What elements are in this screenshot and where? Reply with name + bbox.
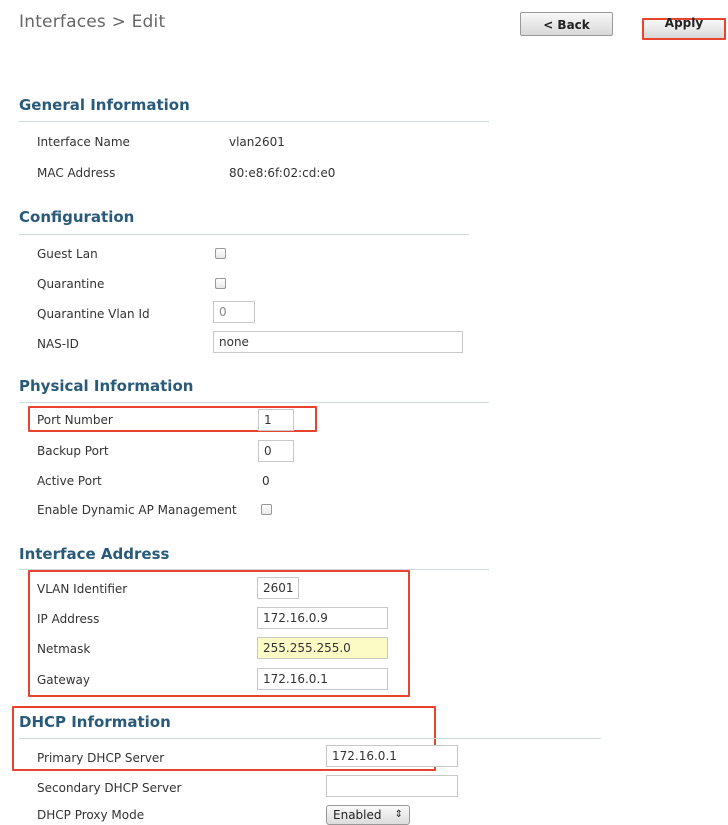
port-number-label: Port Number — [37, 413, 113, 427]
page-title: Interfaces > Edit — [19, 12, 166, 32]
section-divider — [19, 402, 489, 403]
secondary-dhcp-label: Secondary DHCP Server — [37, 781, 182, 795]
section-divider — [19, 121, 489, 122]
section-title-interface-address: Interface Address — [19, 545, 170, 563]
interface-name-value: vlan2601 — [229, 135, 285, 149]
dhcp-proxy-value: Enabled — [333, 808, 382, 822]
dynamic-ap-label: Enable Dynamic AP Management — [37, 503, 237, 517]
section-divider — [19, 234, 469, 235]
dynamic-ap-checkbox[interactable] — [261, 504, 272, 515]
secondary-dhcp-input[interactable] — [326, 775, 458, 797]
section-title-configuration: Configuration — [19, 208, 135, 226]
back-button[interactable]: < Back — [520, 12, 613, 36]
nas-id-input[interactable]: none — [213, 331, 463, 353]
gateway-label: Gateway — [37, 673, 91, 687]
guest-lan-checkbox[interactable] — [215, 248, 226, 259]
apply-button[interactable]: Apply — [642, 16, 726, 40]
select-arrows-icon: ⇕ — [394, 809, 403, 820]
primary-dhcp-input[interactable]: 172.16.0.1 — [326, 745, 458, 767]
dhcp-proxy-select[interactable]: Enabled ⇕ — [326, 805, 410, 825]
mac-address-value: 80:e8:6f:02:cd:e0 — [229, 166, 336, 180]
netmask-input[interactable]: 255.255.255.0 — [257, 637, 388, 659]
ip-address-label: IP Address — [37, 612, 100, 626]
interface-name-label: Interface Name — [37, 135, 130, 149]
active-port-value: 0 — [262, 474, 270, 488]
section-title-general: General Information — [19, 96, 190, 114]
quarantine-vlan-label: Quarantine Vlan Id — [37, 307, 150, 321]
backup-port-input[interactable]: 0 — [258, 440, 294, 462]
primary-dhcp-label: Primary DHCP Server — [37, 751, 165, 765]
quarantine-vlan-input[interactable]: 0 — [213, 301, 255, 323]
dhcp-proxy-label: DHCP Proxy Mode — [37, 808, 145, 822]
port-number-input[interactable]: 1 — [258, 409, 294, 431]
section-divider — [19, 738, 601, 739]
vlan-identifier-input[interactable]: 2601 — [257, 577, 299, 599]
section-title-physical: Physical Information — [19, 377, 194, 395]
vlan-identifier-label: VLAN Identifier — [37, 582, 128, 596]
ip-address-input[interactable]: 172.16.0.9 — [257, 607, 388, 629]
guest-lan-label: Guest Lan — [37, 247, 98, 261]
backup-port-label: Backup Port — [37, 444, 109, 458]
netmask-label: Netmask — [37, 642, 91, 656]
quarantine-checkbox[interactable] — [215, 278, 226, 289]
apply-button-label: Apply — [664, 16, 704, 30]
active-port-label: Active Port — [37, 474, 102, 488]
gateway-input[interactable]: 172.16.0.1 — [257, 668, 388, 690]
nas-id-label: NAS-ID — [37, 337, 79, 351]
mac-address-label: MAC Address — [37, 166, 116, 180]
section-title-dhcp: DHCP Information — [19, 713, 171, 731]
quarantine-label: Quarantine — [37, 277, 105, 291]
